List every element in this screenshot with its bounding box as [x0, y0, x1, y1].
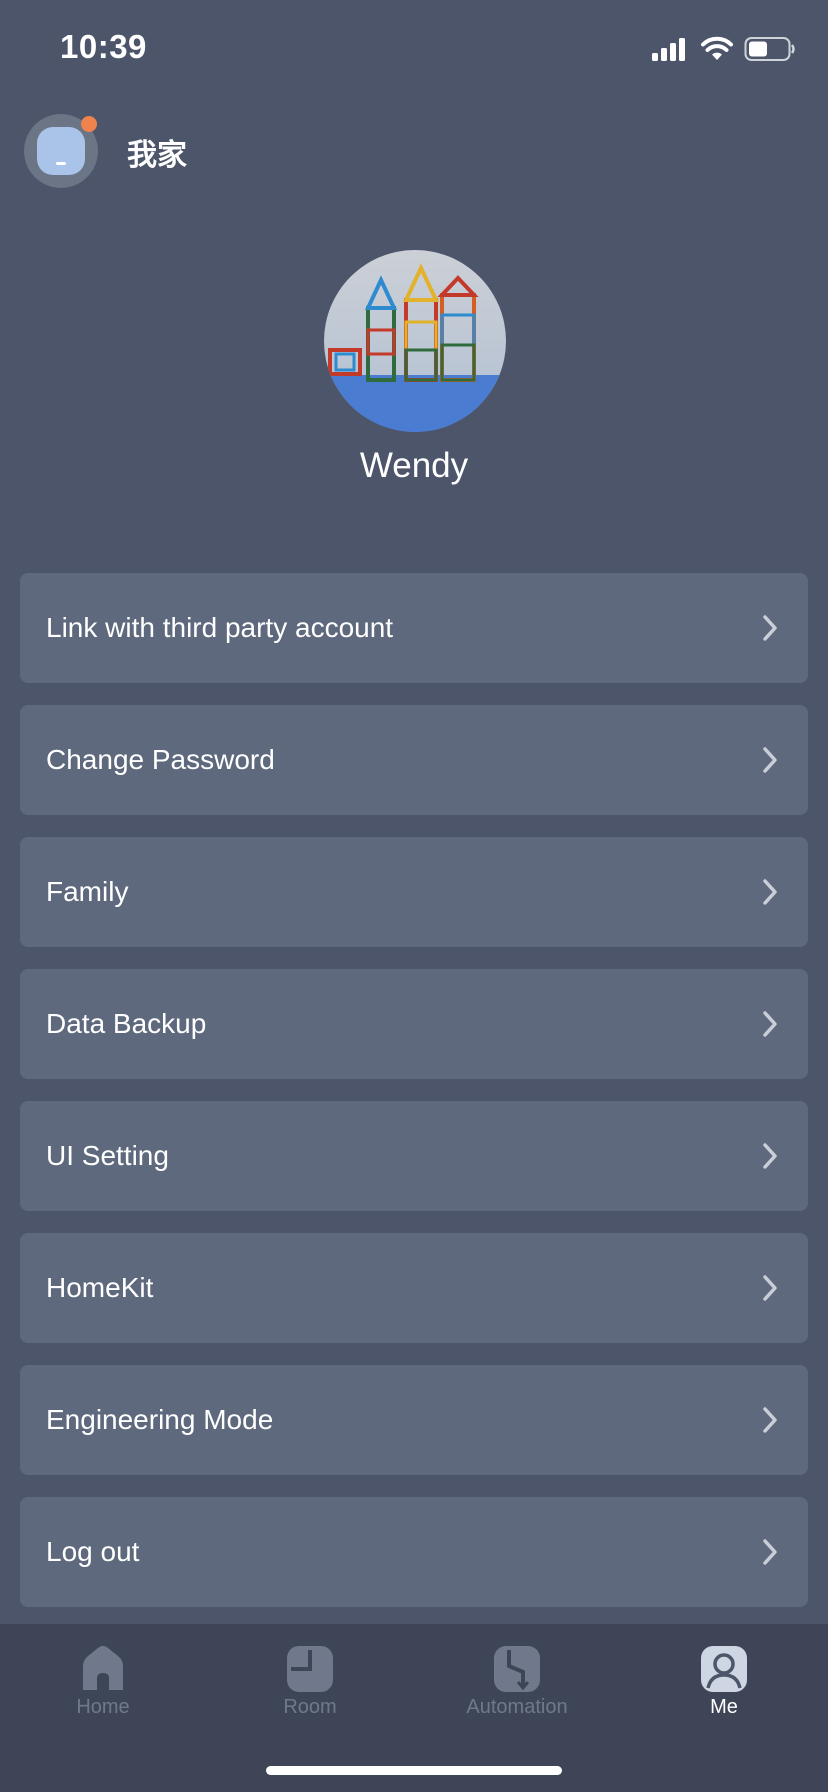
profile-name: Wendy	[359, 446, 469, 485]
notification-dot	[81, 116, 97, 132]
chevron-right-icon	[763, 1275, 777, 1301]
person-icon	[701, 1646, 747, 1692]
room-icon	[287, 1646, 333, 1692]
settings-menu: Link with third party account Change Pas…	[20, 573, 808, 1629]
menu-item-change-password[interactable]: Change Password	[20, 705, 808, 815]
tab-home[interactable]: Home	[23, 1644, 183, 1754]
tab-automation[interactable]: Automation	[437, 1644, 597, 1754]
wifi-icon	[701, 36, 733, 60]
tab-label: Home	[76, 1696, 130, 1718]
menu-item-label: Log out	[46, 1536, 140, 1567]
tab-label: Room	[283, 1696, 337, 1718]
tab-label: Automation	[466, 1696, 568, 1718]
avatar-photo	[324, 250, 506, 432]
automation-icon	[494, 1646, 540, 1692]
menu-item-label: Family	[46, 876, 129, 907]
chevron-right-icon	[763, 879, 777, 905]
menu-item-label: HomeKit	[46, 1272, 154, 1303]
signal-icon	[652, 38, 685, 61]
menu-item-ui-setting[interactable]: UI Setting	[20, 1101, 808, 1211]
chevron-right-icon	[763, 747, 777, 773]
status-time: 10:39	[60, 28, 147, 65]
menu-item-data-backup[interactable]: Data Backup	[20, 969, 808, 1079]
menu-item-family[interactable]: Family	[20, 837, 808, 947]
battery-icon	[744, 37, 795, 61]
me-screen: 10:39 我家 Wendy Link with third party acc…	[0, 0, 828, 1792]
tab-me[interactable]: Me	[644, 1644, 804, 1754]
menu-item-label: Link with third party account	[46, 612, 394, 643]
home-name[interactable]: 我家	[127, 130, 187, 174]
tab-label: Me	[710, 1696, 738, 1718]
chevron-right-icon	[763, 615, 777, 641]
menu-item-label: Data Backup	[46, 1008, 207, 1039]
status-bar: 10:39	[0, 0, 828, 100]
tab-room[interactable]: Room	[230, 1644, 390, 1754]
home-icon	[83, 1646, 123, 1690]
profile-avatar[interactable]	[324, 250, 506, 432]
home-indicator[interactable]	[266, 1766, 562, 1775]
home-avatar-icon	[24, 114, 98, 188]
chevron-right-icon	[763, 1407, 777, 1433]
menu-item-log-out[interactable]: Log out	[20, 1497, 808, 1607]
menu-item-engineering-mode[interactable]: Engineering Mode	[20, 1365, 808, 1475]
status-icons	[650, 36, 796, 62]
chevron-right-icon	[763, 1011, 777, 1037]
menu-item-homekit[interactable]: HomeKit	[20, 1233, 808, 1343]
menu-item-label: Engineering Mode	[46, 1404, 274, 1435]
chevron-right-icon	[763, 1539, 777, 1565]
menu-item-link-third-party[interactable]: Link with third party account	[20, 573, 808, 683]
menu-item-label: Change Password	[46, 744, 275, 775]
home-switch-button[interactable]	[24, 114, 98, 188]
menu-item-label: UI Setting	[46, 1140, 169, 1171]
chevron-right-icon	[763, 1143, 777, 1169]
